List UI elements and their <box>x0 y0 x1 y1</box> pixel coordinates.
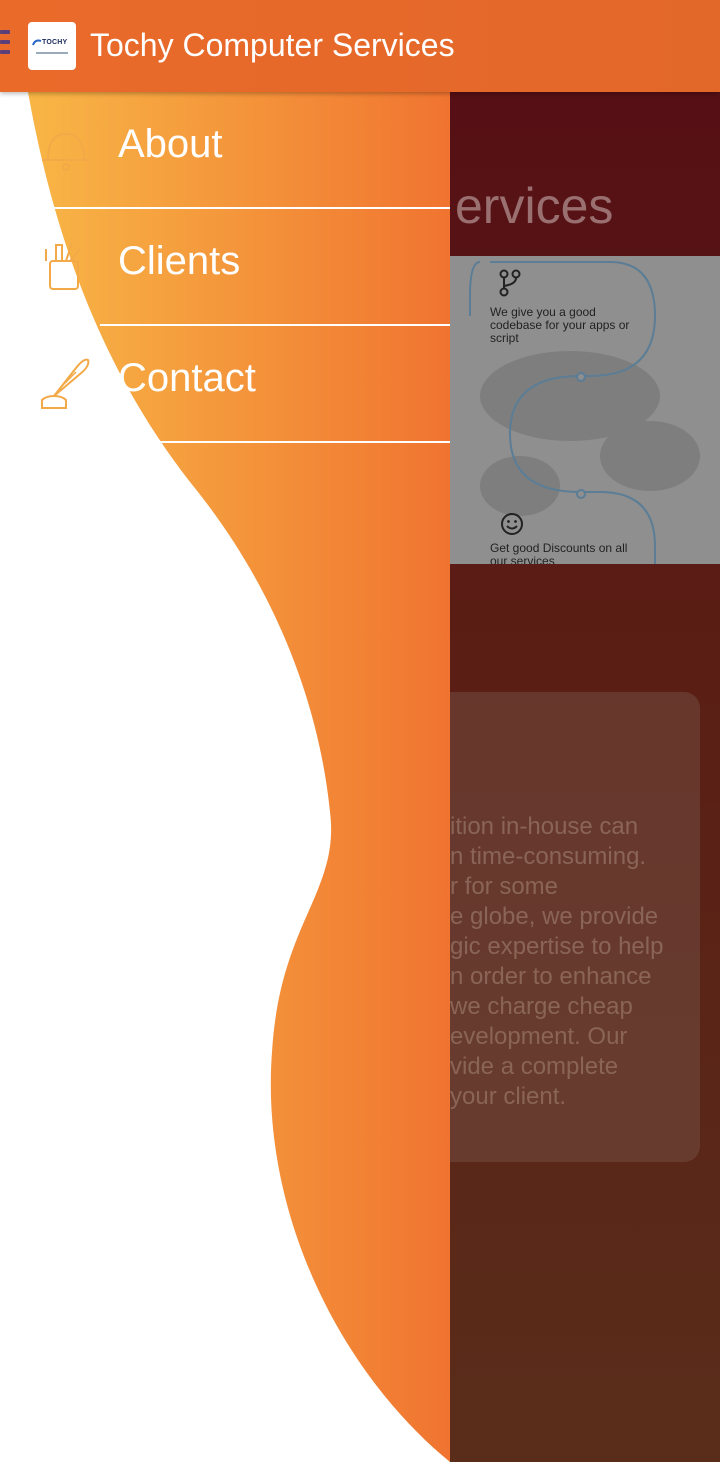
feature-codebase-text: We give you a good codebase for your app… <box>490 305 630 345</box>
menu-icon[interactable] <box>0 30 10 60</box>
drawer-item-contact[interactable]: Contact <box>0 326 450 443</box>
drawer-item-label: Contact <box>118 356 256 400</box>
world-map-decoration <box>469 261 700 564</box>
card-line: n order to enhance <box>450 963 652 990</box>
drawer-item-about[interactable]: About <box>0 92 450 209</box>
drawer-item-label: Clients <box>118 239 241 283</box>
bell-icon <box>42 132 90 171</box>
features-panel: We give you a good codebase for your app… <box>450 256 720 564</box>
card-line: we charge cheap <box>450 993 633 1020</box>
card-line: e globe, we provide <box>450 903 659 930</box>
drawer-item-label: About <box>118 122 223 166</box>
card-line: ition in-house can <box>450 813 639 840</box>
quill-inkwell-icon <box>41 358 90 409</box>
card-line: gic expertise to help <box>450 933 664 960</box>
card-line: your client. <box>450 1083 567 1110</box>
card-line: vide a complete <box>450 1053 619 1080</box>
pencil-cup-icon <box>45 242 81 290</box>
app-logo: TOCHY <box>28 22 76 70</box>
logo-swoosh-icon <box>32 39 42 46</box>
navigation-drawer: About Clients Contact <box>0 92 450 1462</box>
smiley-icon <box>501 513 523 535</box>
services-heading: ervices <box>455 178 614 234</box>
card-line: evelopment. Our <box>450 1023 628 1050</box>
divider <box>160 441 450 443</box>
drawer-item-clients[interactable]: Clients <box>0 209 450 326</box>
feature-discounts-text: Get good Discounts on all our services <box>490 541 628 565</box>
app-title: Tochy Computer Services <box>90 27 455 63</box>
card-line: n time-consuming. <box>450 843 647 870</box>
git-branch-icon <box>499 269 521 297</box>
about-card-text: ition in-house can n time-consuming. r f… <box>450 812 695 1112</box>
logo-text: TOCHY <box>42 39 68 46</box>
card-line: r for some <box>450 873 559 900</box>
app-bar: TOCHY Tochy Computer Services <box>0 0 720 92</box>
logo-underline <box>36 52 68 54</box>
